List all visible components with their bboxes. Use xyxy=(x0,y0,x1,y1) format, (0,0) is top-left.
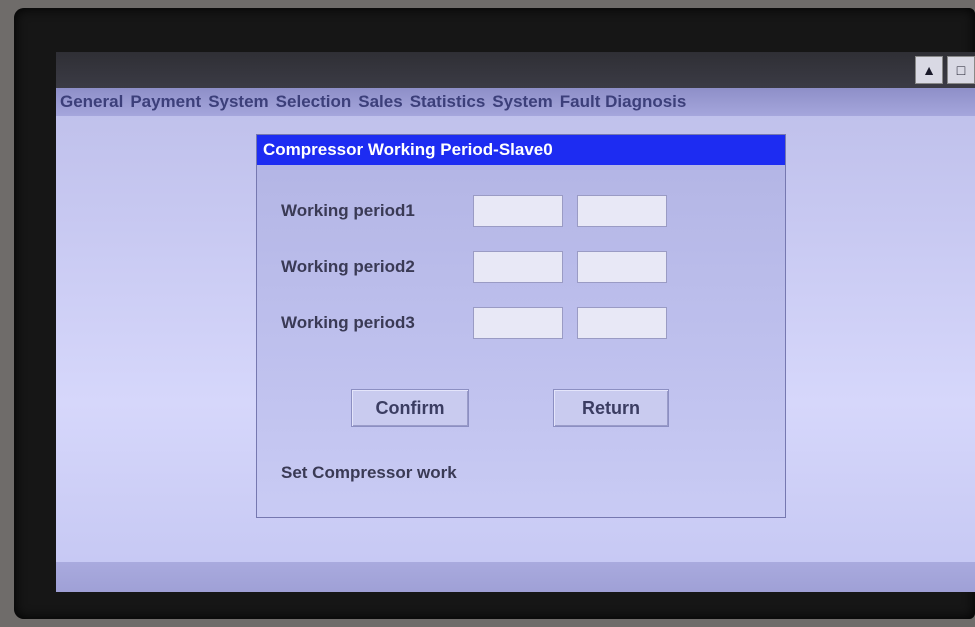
working-period-row-3: Working period3 xyxy=(281,307,667,339)
menu-item-system[interactable]: System xyxy=(208,92,268,112)
period2-start-field[interactable] xyxy=(473,251,563,283)
scroll-up-button[interactable]: ▲ xyxy=(915,56,943,84)
working-period-row-2: Working period2 xyxy=(281,251,667,283)
menu-item-statistics[interactable]: Statistics xyxy=(410,92,486,112)
working-period-label: Working period1 xyxy=(281,201,415,220)
bottom-status-bar xyxy=(56,562,975,592)
menu-item-payment[interactable]: Payment xyxy=(130,92,201,112)
period3-end-field[interactable] xyxy=(577,307,667,339)
menu-item-general[interactable]: General xyxy=(60,92,123,112)
menu-item-selection[interactable]: Selection xyxy=(276,92,352,112)
menu-item-sales[interactable]: Sales xyxy=(358,92,402,112)
menu-item-system-2[interactable]: System xyxy=(492,92,552,112)
compressor-period-dialog: Compressor Working Period-Slave0 Working… xyxy=(256,134,786,518)
working-period-row-1: Working period1 xyxy=(281,195,667,227)
window-titlebar: ▲ □ xyxy=(56,52,975,88)
menu-item-fault-diagnosis[interactable]: Fault Diagnosis xyxy=(560,92,687,112)
titlebar-controls: ▲ □ xyxy=(915,56,975,84)
triangle-up-icon: ▲ xyxy=(922,62,936,78)
working-period-label: Working period2 xyxy=(281,257,415,276)
touch-screen: ▲ □ General Payment System Selection Sal… xyxy=(56,52,975,592)
window-button[interactable]: □ xyxy=(947,56,975,84)
period3-start-field[interactable] xyxy=(473,307,563,339)
return-button[interactable]: Return xyxy=(553,389,669,427)
square-icon: □ xyxy=(956,62,966,78)
menu-bar: General Payment System Selection Sales S… xyxy=(56,88,975,116)
period1-start-field[interactable] xyxy=(473,195,563,227)
period1-end-field[interactable] xyxy=(577,195,667,227)
dialog-title: Compressor Working Period-Slave0 xyxy=(257,135,785,165)
working-period-label: Working period3 xyxy=(281,313,415,332)
period2-end-field[interactable] xyxy=(577,251,667,283)
status-text: Set Compressor work xyxy=(281,463,457,482)
confirm-button[interactable]: Confirm xyxy=(351,389,469,427)
